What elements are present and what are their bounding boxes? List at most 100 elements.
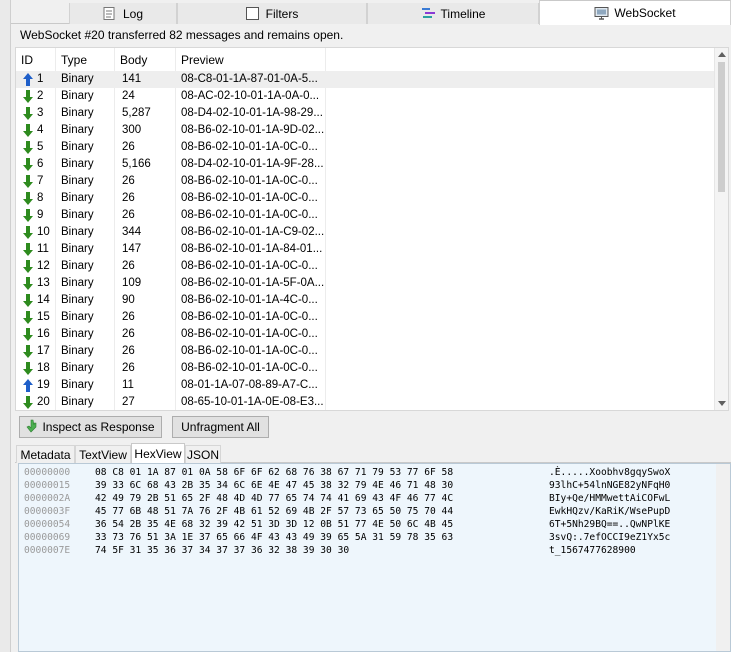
inspect-icon (26, 419, 38, 436)
message-row[interactable]: 4 Binary 300 08-B6-02-10-01-1A-9D-02... (16, 122, 714, 139)
websocket-icon (594, 6, 609, 20)
tab-timeline[interactable]: Timeline (367, 3, 539, 24)
hex-ascii: 3svQ:.7efOCCI9eZ1Yx5c (549, 532, 671, 543)
arrow-up-icon (23, 73, 33, 86)
tab-websocket[interactable]: WebSocket (539, 0, 731, 25)
unfragment-all-button[interactable]: Unfragment All (172, 416, 269, 438)
message-preview: 08-D4-02-10-01-1A-98-29... (181, 107, 323, 119)
hex-ascii: t_1567477628900 (549, 545, 636, 556)
message-row[interactable]: 14 Binary 90 08-B6-02-10-01-1A-4C-0... (16, 292, 714, 309)
arrow-down-icon (23, 107, 33, 120)
hex-offset: 00000015 (24, 480, 71, 491)
message-row[interactable]: 12 Binary 26 08-B6-02-10-01-1A-0C-0... (16, 258, 714, 275)
message-preview: 08-B6-02-10-01-1A-0C-0... (181, 209, 318, 221)
arrow-up-icon (23, 379, 33, 392)
scroll-up-icon[interactable] (718, 52, 726, 57)
message-body-size: 26 (122, 260, 135, 272)
message-row[interactable]: 2 Binary 24 08-AC-02-10-01-1A-0A-0... (16, 88, 714, 105)
hex-bytes: 39 33 6C 68 43 2B 35 34 6C 6E 4E 47 45 3… (95, 480, 454, 491)
tab-textview[interactable]: TextView (75, 445, 131, 463)
message-preview: 08-B6-02-10-01-1A-9D-02... (181, 124, 325, 136)
hex-offset: 00000069 (24, 532, 71, 543)
message-row[interactable]: 9 Binary 26 08-B6-02-10-01-1A-0C-0... (16, 207, 714, 224)
message-id: 6 (37, 158, 44, 170)
arrow-down-icon (23, 345, 33, 358)
message-list-scrollbar[interactable] (714, 48, 728, 410)
column-header-id[interactable]: ID (21, 53, 33, 67)
arrow-down-icon (23, 243, 33, 256)
tab-metadata[interactable]: Metadata (16, 445, 75, 463)
message-row[interactable]: 15 Binary 26 08-B6-02-10-01-1A-0C-0... (16, 309, 714, 326)
message-row[interactable]: 8 Binary 26 08-B6-02-10-01-1A-0C-0... (16, 190, 714, 207)
arrow-down-icon (23, 90, 33, 103)
message-row[interactable]: 19 Binary 11 08-01-1A-07-08-89-A7-C... (16, 377, 714, 394)
message-row[interactable]: 6 Binary 5,166 08-D4-02-10-01-1A-9F-28... (16, 156, 714, 173)
message-row[interactable]: 5 Binary 26 08-B6-02-10-01-1A-0C-0... (16, 139, 714, 156)
arrow-down-icon (23, 124, 33, 137)
hex-bytes: 33 73 76 51 3A 1E 37 65 66 4F 43 43 49 3… (95, 532, 454, 543)
message-body-size: 90 (122, 294, 135, 306)
message-body-size: 26 (122, 362, 135, 374)
inspect-button-label: Inspect as Response (42, 420, 155, 434)
hex-offset: 0000003F (24, 506, 71, 517)
hex-offset: 00000000 (24, 467, 71, 478)
log-icon (103, 7, 117, 20)
message-body-size: 5,166 (122, 158, 151, 170)
column-header-preview[interactable]: Preview (181, 53, 224, 67)
message-id: 11 (37, 243, 49, 255)
column-header-body[interactable]: Body (120, 53, 147, 67)
message-preview: 08-B6-02-10-01-1A-0C-0... (181, 260, 318, 272)
hex-view[interactable]: 00000000 08 C8 01 1A 87 01 0A 58 6F 6F 62… (18, 463, 731, 652)
message-body-size: 27 (122, 396, 135, 408)
message-type: Binary (61, 90, 94, 102)
message-row[interactable]: 10 Binary 344 08-B6-02-10-01-1A-C9-02... (16, 224, 714, 241)
scroll-thumb[interactable] (718, 62, 725, 192)
message-type: Binary (61, 175, 94, 187)
tab-filters[interactable]: Filters (177, 3, 367, 24)
message-row[interactable]: 11 Binary 147 08-B6-02-10-01-1A-84-01... (16, 241, 714, 258)
message-id: 14 (37, 294, 50, 306)
message-row[interactable]: 13 Binary 109 08-B6-02-10-01-1A-5F-0A... (16, 275, 714, 292)
message-row[interactable]: 7 Binary 26 08-B6-02-10-01-1A-0C-0... (16, 173, 714, 190)
arrow-down-icon (23, 294, 33, 307)
message-type: Binary (61, 107, 94, 119)
message-preview: 08-C8-01-1A-87-01-0A-5... (181, 73, 318, 85)
message-list[interactable]: ID Type Body Preview 1 Binary 141 08-C8-01-… (15, 47, 729, 411)
tab-json[interactable]: JSON (185, 445, 221, 463)
message-body-size: 147 (122, 243, 142, 255)
message-body-size: 26 (122, 175, 135, 187)
left-panel-edge (0, 0, 11, 652)
message-preview: 08-B6-02-10-01-1A-0C-0... (181, 345, 318, 357)
message-type: Binary (61, 362, 94, 374)
hex-view-scrollbar[interactable] (716, 464, 730, 651)
hex-ascii: BIy+Qe/HMMwettAiCOFwL (549, 493, 671, 504)
message-row[interactable]: 1 Binary 141 08-C8-01-1A-87-01-0A-5... (16, 71, 714, 88)
message-row[interactable]: 3 Binary 5,287 08-D4-02-10-01-1A-98-29... (16, 105, 714, 122)
arrow-down-icon (23, 141, 33, 154)
column-header-type[interactable]: Type (61, 53, 87, 67)
message-id: 5 (37, 141, 44, 153)
tab-log-label: Log (122, 6, 144, 21)
scroll-down-icon[interactable] (718, 401, 726, 406)
arrow-down-icon (23, 277, 33, 290)
message-row[interactable]: 16 Binary 26 08-B6-02-10-01-1A-0C-0... (16, 326, 714, 343)
hex-offset: 00000054 (24, 519, 71, 530)
timeline-icon (421, 7, 435, 20)
message-row[interactable]: 20 Binary 27 08-65-10-01-1A-0E-08-E3... (16, 394, 714, 410)
message-preview: 08-B6-02-10-01-1A-0C-0... (181, 141, 318, 153)
hex-bytes: 42 49 79 2B 51 65 2F 48 4D 4D 77 65 74 7… (95, 493, 454, 504)
tab-log[interactable]: Log (69, 3, 177, 24)
tab-websocket-label: WebSocket (614, 6, 676, 20)
message-id: 1 (37, 73, 44, 85)
message-row[interactable]: 17 Binary 26 08-B6-02-10-01-1A-0C-0... (16, 343, 714, 360)
message-body-size: 11 (122, 379, 134, 391)
inspect-as-response-button[interactable]: Inspect as Response (19, 416, 162, 438)
message-type: Binary (61, 277, 94, 289)
message-row[interactable]: 18 Binary 26 08-B6-02-10-01-1A-0C-0... (16, 360, 714, 377)
tab-hexview[interactable]: HexView (131, 443, 185, 464)
message-type: Binary (61, 192, 94, 204)
message-type: Binary (61, 328, 94, 340)
message-body-size: 141 (122, 73, 142, 85)
hex-offset: 0000002A (24, 493, 71, 504)
message-type: Binary (61, 124, 94, 136)
